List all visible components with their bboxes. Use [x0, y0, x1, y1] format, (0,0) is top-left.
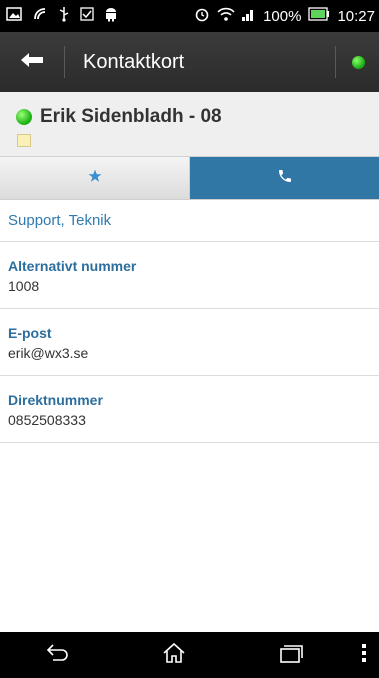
navigation-bar [0, 632, 379, 678]
contact-header: Erik Sidenbladh - 08 [0, 92, 379, 156]
field-label: Direktnummer [8, 392, 103, 408]
system-icons: 100% 10:27 [194, 6, 379, 26]
contact-name: Erik Sidenbladh - 08 [40, 106, 222, 127]
field-value: 1008 [8, 278, 40, 294]
battery-percent: 100% [263, 7, 302, 25]
usb-icon [58, 6, 70, 26]
usb-debug-icon [32, 6, 48, 26]
notification-icons [0, 6, 118, 26]
tab-phone[interactable] [190, 157, 379, 199]
nav-recents-button[interactable] [233, 632, 349, 678]
note-icon[interactable] [17, 134, 31, 147]
contact-tabs [0, 156, 379, 200]
field-value: 0852508333 [8, 412, 86, 428]
signal-icon [242, 6, 256, 26]
wifi-icon [217, 6, 235, 26]
gallery-icon [6, 6, 22, 26]
overflow-menu-button[interactable] [349, 632, 379, 678]
back-arrow-icon [21, 52, 43, 72]
star-icon [88, 169, 102, 188]
action-bar-divider-right [335, 46, 336, 78]
department-title: Support, Teknik [0, 199, 379, 242]
presence-status-icon[interactable] [352, 55, 365, 69]
contact-presence-icon [16, 109, 32, 125]
phone-icon [277, 168, 293, 189]
checkbox-icon [80, 7, 94, 25]
field-email[interactable]: E-post erik@wx3.se [0, 309, 379, 376]
page-title: Kontaktkort [83, 50, 185, 73]
field-direct-number[interactable]: Direktnummer 0852508333 [0, 376, 379, 443]
overflow-menu-icon [361, 643, 366, 667]
field-alternative-number[interactable]: Alternativt nummer 1008 [0, 242, 379, 309]
alarm-icon [194, 6, 210, 26]
battery-icon [308, 7, 330, 25]
field-value: erik@wx3.se [8, 345, 89, 361]
home-icon [162, 642, 186, 669]
back-icon [45, 643, 71, 667]
contact-details: Support, Teknik Alternativt nummer 1008 … [0, 199, 379, 443]
recents-icon [279, 643, 303, 668]
back-button[interactable] [0, 32, 64, 92]
clock: 10:27 [337, 7, 375, 25]
nav-back-button[interactable] [0, 632, 116, 678]
field-label: Alternativt nummer [8, 258, 137, 274]
android-icon [104, 6, 118, 26]
status-bar: 100% 10:27 [0, 0, 379, 32]
nav-home-button[interactable] [116, 632, 232, 678]
field-label: E-post [8, 325, 52, 341]
tab-favorites[interactable] [0, 157, 190, 199]
action-bar: Kontaktkort [0, 32, 379, 92]
